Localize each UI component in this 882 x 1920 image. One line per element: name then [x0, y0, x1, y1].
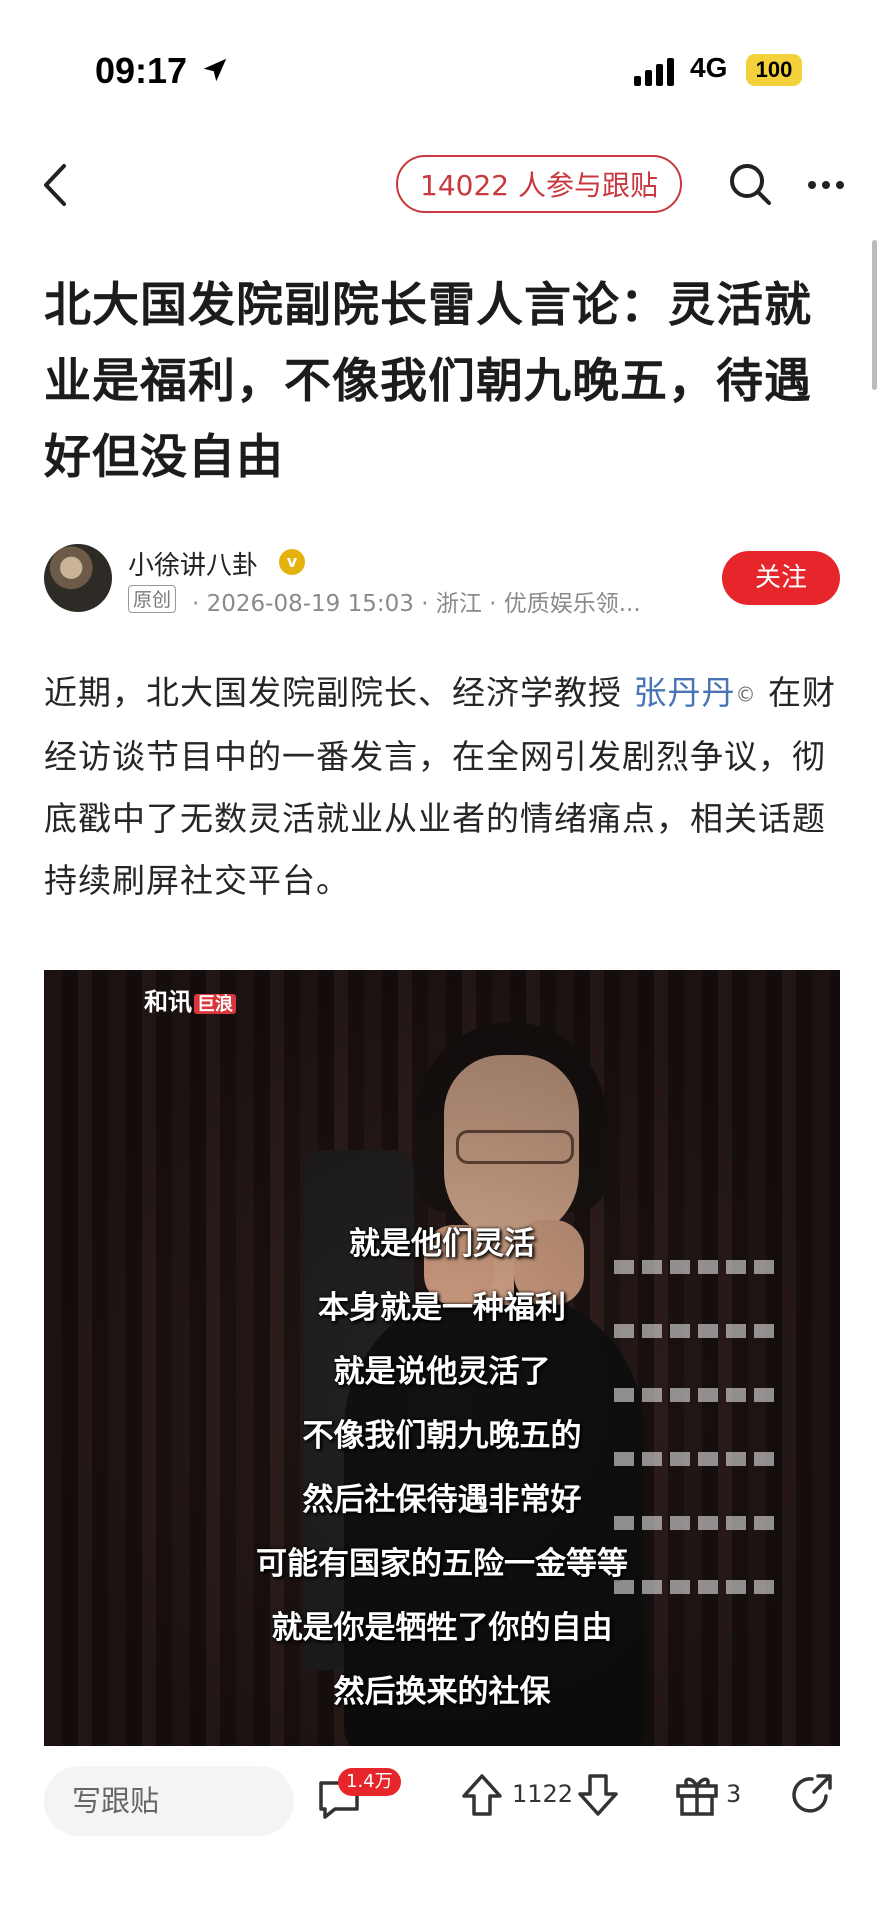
downvote-arrow-icon[interactable] [576, 1772, 620, 1818]
share-icon[interactable] [788, 1770, 836, 1818]
participants-pill[interactable]: 14022 人参与跟贴 [396, 155, 682, 213]
reply-input[interactable]: 写跟贴 [44, 1766, 294, 1836]
status-time: 09:17 [95, 50, 188, 91]
subtitle-line: 然后社保待遇非常好 [302, 1482, 582, 1518]
author-avatar[interactable] [44, 544, 112, 612]
author-name[interactable]: 小徐讲八卦 [128, 545, 258, 582]
subtitle-line: 不像我们朝九晚五的 [302, 1418, 582, 1454]
person-link[interactable]: 张丹丹 [634, 673, 736, 712]
signal-icon [634, 58, 674, 86]
back-icon[interactable] [38, 160, 78, 210]
body-text-start: 近期，北大国发院副院长、经济学教授 [44, 673, 634, 712]
article-body: 近期，北大国发院副院长、经济学教授 张丹丹© 在财经访谈节目中的一番发言，在全网… [44, 662, 850, 912]
subtitle-line: 就是说他灵活了 [333, 1354, 551, 1390]
channel-logo: 和讯 巨浪 [144, 982, 236, 1017]
location-arrow-icon [203, 58, 227, 82]
gift-icon[interactable] [674, 1770, 720, 1818]
article-title: 北大国发院副院长雷人言论：灵活就业是福利，不像我们朝九晚五，待遇好但没自由 [44, 278, 812, 485]
subtitle-line: 就是他们灵活 [349, 1226, 535, 1262]
search-icon[interactable] [727, 159, 773, 209]
subtitle-line: 可能有国家的五险一金等等 [256, 1546, 628, 1582]
gift-count: 3 [726, 1780, 742, 1808]
network-type: 4G [690, 52, 728, 83]
comment-count-badge: 1.4万 [338, 1768, 401, 1796]
subtitle-line: 然后换来的社保 [333, 1674, 551, 1710]
video-player[interactable]: 和讯 巨浪 就是他们灵活 本身就是一种福利 就是说他灵活了 不像我们朝九晚五的 然… [44, 970, 840, 1746]
subtitle-line: 本身就是一种福利 [318, 1290, 566, 1326]
more-icon[interactable] [806, 170, 846, 200]
at-icon: © [735, 682, 757, 707]
upvote-arrow-icon[interactable] [460, 1772, 504, 1818]
article-meta: · 2026-08-19 15:03 · 浙江 · 优质娱乐领... [192, 591, 641, 617]
verified-badge-icon: v [279, 549, 305, 575]
logo-tag: 巨浪 [194, 994, 236, 1014]
subtitle-line: 就是你是牺牲了你的自由 [271, 1610, 613, 1646]
vote-count: 1122 [512, 1780, 574, 1808]
original-tag: 原创 [128, 585, 177, 613]
logo-main: 和讯 [144, 989, 192, 1016]
scrollbar[interactable] [872, 240, 877, 390]
follow-button[interactable]: 关注 [722, 551, 840, 605]
battery-indicator: 100 [746, 54, 802, 86]
